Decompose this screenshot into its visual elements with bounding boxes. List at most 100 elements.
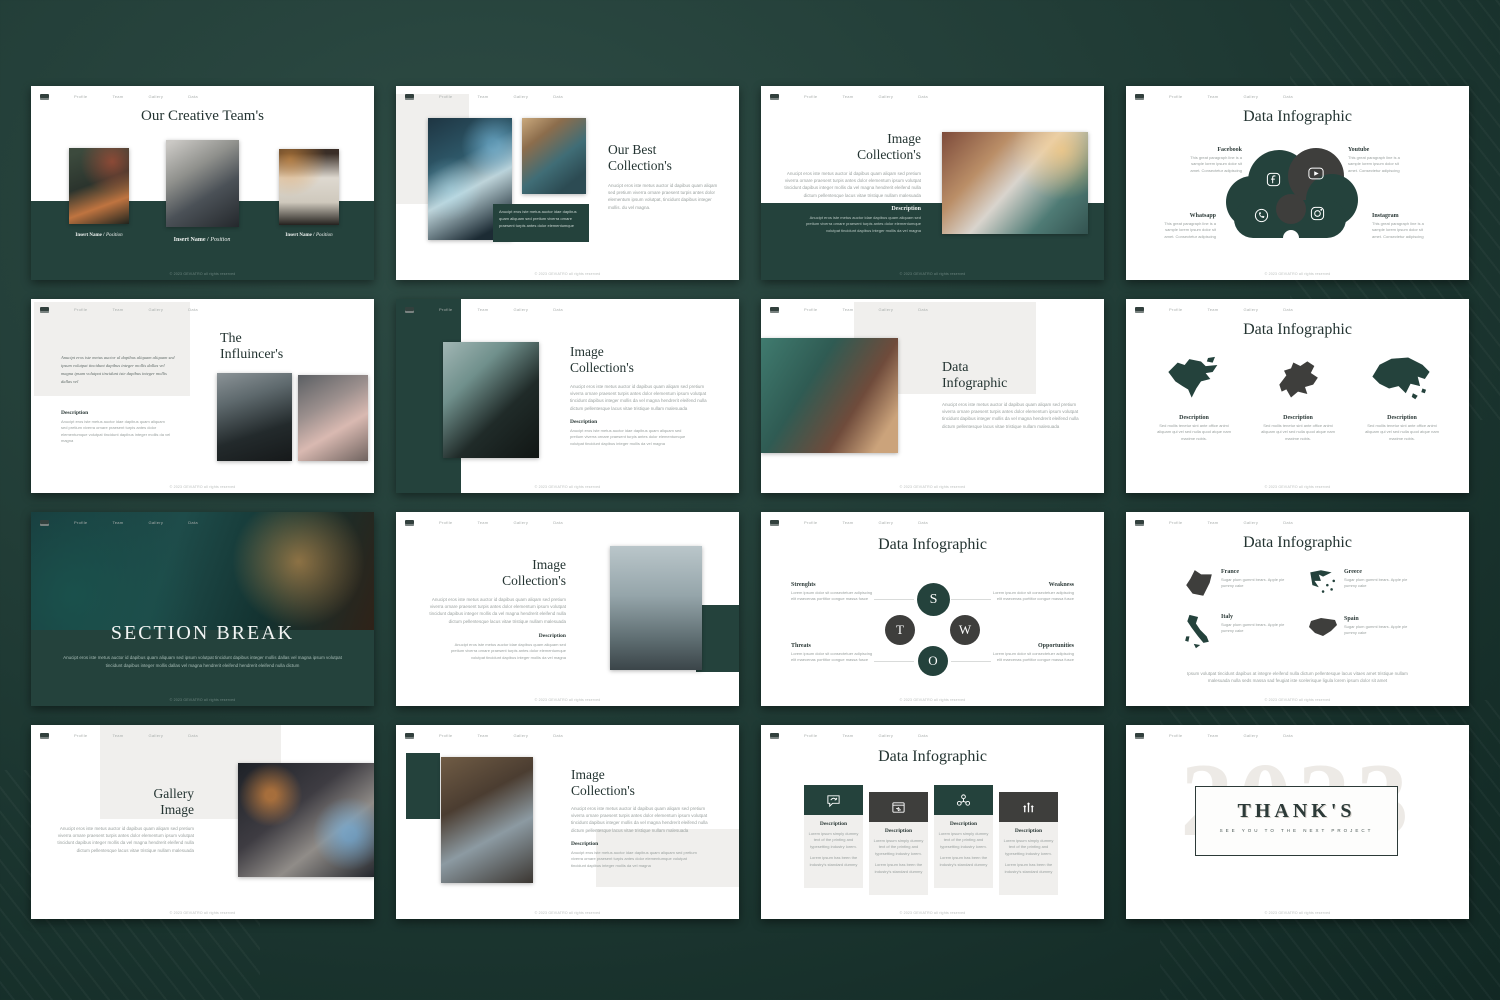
slide-footer: © 2023 GEVIATRO all rights reserved [31,698,374,702]
connector-line [951,599,991,600]
nav-item-gallery: Gallery [513,307,528,312]
slide-influincers[interactable]: ProfileTeamGalleryData Anucipt eros iste… [31,299,374,493]
slide-image-collections-1[interactable]: ProfileTeamGalleryData Image Collection'… [761,86,1104,280]
body-text: Anucipt eros iste metus auctor id dapibu… [571,805,716,834]
north-america-map [1166,355,1222,403]
teal-accent-block [696,605,739,672]
body-text: Anucipt eros iste metus auctor id dapibu… [61,654,344,670]
logo-mark [770,94,779,100]
influencer-photo-2 [298,375,368,461]
logo-mark [405,307,414,313]
map-caption: Sed mollis tenetur sint ante office anim… [1155,423,1233,442]
slide-footer: © 2023 GEVIATRO all rights reserved [396,485,739,489]
slide-data-infographic-continents[interactable]: ProfileTeamGalleryData Data Infographic … [1126,299,1469,493]
slide-title: Gallery Image [74,786,194,817]
nav-item-team: Team [1207,520,1218,525]
card-text-1: Lorem ipsum simply dummy text of the pri… [873,838,924,857]
card-text-2: Lorem ipsum has been the industry's stan… [808,855,859,868]
description-text: Anucipt eros iste metus auctor idae dapi… [796,215,921,234]
slide-title: Data Infographic [1126,108,1469,126]
nav-item-data: Data [188,307,198,312]
logo-mark [770,520,779,526]
slide-image-collections-4[interactable]: ProfileTeamGalleryData Image Collection'… [396,725,739,919]
logo-mark [40,520,49,526]
logo-mark [405,733,414,739]
slide-title: Data Infographic [1126,321,1469,339]
nav-item-data: Data [188,94,198,99]
slide-gallery-image[interactable]: ProfileTeamGalleryData Gallery Image Anu… [31,725,374,919]
slide-nav: ProfileTeamGalleryData [770,518,1095,527]
swot-circle-t: T [885,615,915,645]
swot-circle-s: S [917,583,950,616]
slide-thanks[interactable]: ProfileTeamGalleryData 2023 THANK'S SEE … [1126,725,1469,919]
connector-line [874,661,914,662]
slide-data-infographic-countries[interactable]: ProfileTeamGalleryData Data Infographic … [1126,512,1469,706]
description-heading: Description [1259,415,1337,421]
nav-item-profile: Profile [804,733,817,738]
swot-label: Weakness [991,582,1074,588]
slide-footer: © 2023 GEVIATRO all rights reserved [761,272,1104,276]
slide-footer: © 2023 GEVIATRO all rights reserved [761,911,1104,915]
team-member-photo-1 [69,148,129,224]
country-caption: Sugar plum gummi bears. Apple pie yummy … [1344,577,1408,590]
nav-item-gallery: Gallery [1243,733,1258,738]
logo-mark [770,307,779,313]
slide-nav: ProfileTeamGalleryData [405,305,730,314]
swot-label: Opportunities [991,643,1074,649]
description-heading: Description [61,410,88,416]
quote-text: Anucipt eros iste metus auctor ul dapibu… [61,354,175,386]
info-card: Description Lorem ipsum simply dummy tex… [934,785,993,888]
card-text-1: Lorem ipsum simply dummy text of the pri… [1003,838,1054,857]
nav-item-gallery: Gallery [878,520,893,525]
slide-title: The Influincer's [220,331,350,363]
card-heading: Description [808,821,859,827]
slide-data-infographic-photo[interactable]: ProfileTeamGalleryData Data Infographic … [761,299,1104,493]
thanks-subtitle: SEE YOU TO THE NEXT PROJECT [1196,828,1397,833]
gallery-photo [238,763,374,877]
social-block-whatsapp: Whatsapp This great paragraph line is a … [1156,213,1216,240]
slide-creative-teams[interactable]: ProfileTeamGalleryData Our Creative Team… [31,86,374,280]
slide-best-collections[interactable]: ProfileTeamGalleryData Anucipt eros iste… [396,86,739,280]
slide-grid: ProfileTeamGalleryData Our Creative Team… [31,86,1469,919]
slide-nav: ProfileTeamGalleryData [770,92,1095,101]
overlay-text: Anucipt eros iste metus auctor idae dapi… [499,209,583,229]
slide-data-infographic-social[interactable]: ProfileTeamGalleryData Data Infographic … [1126,86,1469,280]
description-heading: Description [801,206,921,212]
nav-item-data: Data [918,733,928,738]
nav-item-team: Team [1207,733,1218,738]
country-block-spain: Spain Sugar plum gummi bears. Apple pie … [1344,616,1408,637]
country-block-france: France Sugar plum gummi bears. Apple pie… [1221,569,1285,590]
nav-item-data: Data [553,307,563,312]
description-heading: Description [1155,415,1233,421]
swot-caption: Lorem ipsum dolor sit consectetuer adipi… [991,651,1074,664]
slide-footer: © 2023 GEVIATRO all rights reserved [761,698,1104,702]
logo-mark [40,733,49,739]
slide-title: Image Collection's [571,767,701,798]
logo-mark [1135,733,1144,739]
nav-item-gallery: Gallery [878,307,893,312]
nav-item-data: Data [918,520,928,525]
puzzle-cloud [1226,148,1358,244]
slide-data-infographic-cards[interactable]: ProfileTeamGalleryData Data Infographic … [761,725,1104,919]
nav-item-profile: Profile [439,307,452,312]
slide-data-infographic-swot[interactable]: ProfileTeamGalleryData Data Infographic … [761,512,1104,706]
description-text: Anucipt eros iste metus auctor idae dapi… [61,419,171,445]
card-body: Description Lorem ipsum simply dummy tex… [869,822,928,895]
nav-item-profile: Profile [804,520,817,525]
slide-image-collections-3[interactable]: ProfileTeamGalleryData Image Collection'… [396,512,739,706]
social-block-instagram: Instagram This great paragraph line is a… [1372,213,1434,240]
nav-item-data: Data [918,307,928,312]
collection-photo [610,546,702,670]
slide-nav: ProfileTeamGalleryData [405,92,730,101]
country-caption: Sugar plum gummi bears. Apple pie yummy … [1221,622,1285,635]
slide-title: Our Creative Team's [31,108,374,125]
europe-map [1274,359,1322,401]
slide-nav: ProfileTeamGalleryData [405,731,730,740]
slide-section-break[interactable]: ProfileTeamGalleryData SECTION BREAK Anu… [31,512,374,706]
map-block: Description Sed mollis tenetur sint ante… [1155,415,1233,442]
card-heading: Description [938,821,989,827]
slide-image-collections-2[interactable]: ProfileTeamGalleryData Image Collection'… [396,299,739,493]
description-heading: Description [466,633,566,639]
slide-nav: ProfileTeamGalleryData [1135,305,1460,314]
nav-item-team: Team [112,94,123,99]
